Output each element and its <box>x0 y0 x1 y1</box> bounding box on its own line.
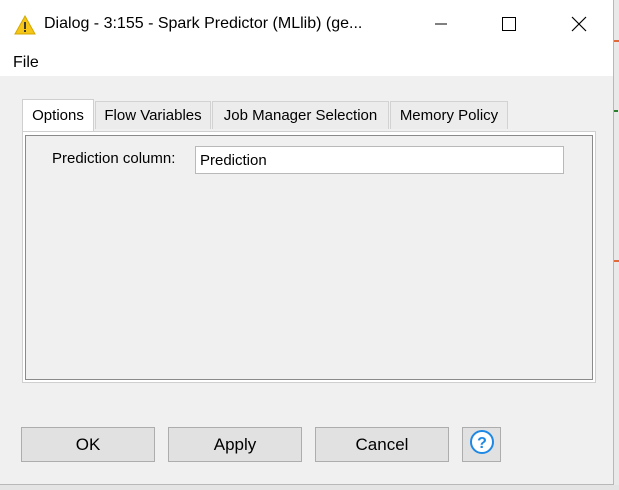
dialog-window: Dialog - 3:155 - Spark Predictor (MLlib)… <box>0 0 614 485</box>
window-title: Dialog - 3:155 - Spark Predictor (MLlib)… <box>44 15 363 32</box>
help-icon: ? <box>469 429 495 460</box>
cancel-button[interactable]: Cancel <box>315 427 449 462</box>
apply-button[interactable]: Apply <box>168 427 302 462</box>
background-mark <box>614 260 619 262</box>
title-bar[interactable]: Dialog - 3:155 - Spark Predictor (MLlib)… <box>0 0 613 52</box>
tab-memory-policy[interactable]: Memory Policy <box>390 101 508 129</box>
background-canvas-edge <box>614 0 619 490</box>
knime-warning-icon <box>14 14 36 36</box>
prediction-column-label: Prediction column: <box>52 150 176 167</box>
tab-flow-variables[interactable]: Flow Variables <box>95 101 211 129</box>
close-button[interactable] <box>556 0 602 52</box>
svg-text:?: ? <box>477 435 487 452</box>
close-icon <box>571 16 587 37</box>
background-mark <box>614 110 618 112</box>
menu-bar: File <box>0 52 613 76</box>
tab-job-manager-selection[interactable]: Job Manager Selection <box>212 101 389 129</box>
menu-file[interactable]: File <box>13 54 39 72</box>
maximize-button[interactable] <box>486 0 532 52</box>
minimize-icon <box>435 17 447 35</box>
background-bottom-edge <box>0 485 619 490</box>
prediction-column-input[interactable] <box>195 146 564 174</box>
tab-options[interactable]: Options <box>22 99 94 131</box>
maximize-icon <box>502 16 516 36</box>
ok-button[interactable]: OK <box>21 427 155 462</box>
help-button[interactable]: ? <box>462 427 501 462</box>
minimize-button[interactable] <box>418 0 464 52</box>
background-mark <box>614 40 619 42</box>
